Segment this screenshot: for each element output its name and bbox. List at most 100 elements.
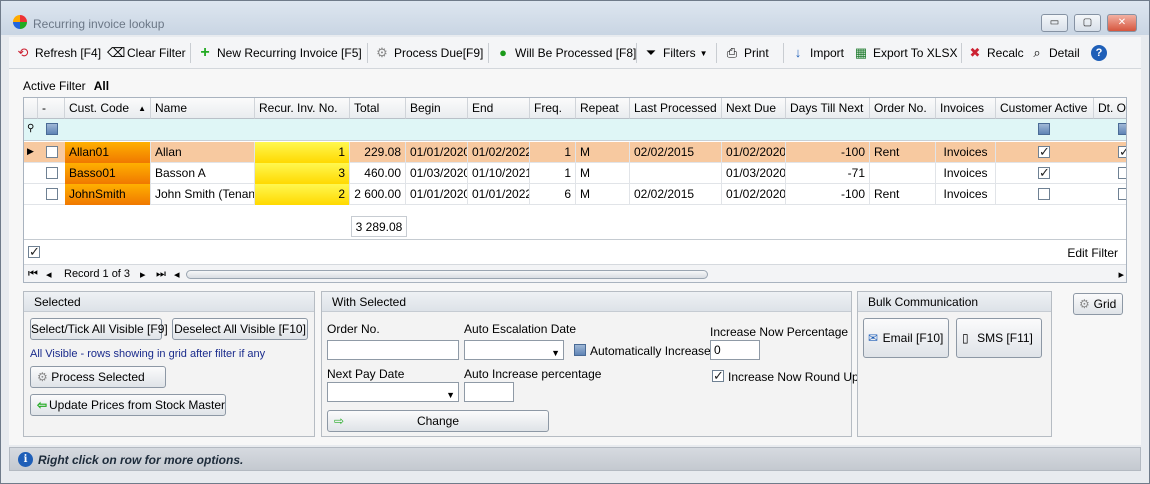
- process-selected-button[interactable]: ⚙ Process Selected: [30, 366, 166, 388]
- column-header-days-till-next[interactable]: Days Till Next: [786, 98, 870, 119]
- update-prices-button[interactable]: ⇦ Update Prices from Stock Master: [30, 394, 226, 416]
- window-title: Recurring invoice lookup: [33, 17, 165, 31]
- edit-filter-link[interactable]: Edit Filter: [1067, 246, 1118, 260]
- minimize-button[interactable]: ▭: [1041, 14, 1068, 32]
- deselect-all-visible-button[interactable]: Deselect All Visible [F10]: [172, 318, 308, 340]
- change-button[interactable]: ⇨ Change: [327, 410, 549, 432]
- scroll-right-icon[interactable]: ▸: [1118, 268, 1124, 281]
- last-processed-cell: 02/02/2015: [630, 142, 722, 163]
- filter-enabled-checkbox[interactable]: [28, 244, 40, 260]
- table-row[interactable]: JohnSmith John Smith (Tenant) 2 2 600.00…: [24, 184, 1126, 205]
- scroll-left-icon[interactable]: ◂: [174, 268, 180, 281]
- title-bar: Recurring invoice lookup ▭ ▢ ✕: [1, 1, 1149, 35]
- close-button[interactable]: ✕: [1107, 14, 1137, 32]
- recalc-button[interactable]: ✖ Recalc: [967, 44, 1024, 62]
- toolbar-separator: [488, 43, 489, 63]
- filters-dropdown[interactable]: ⏷ Filters ▼: [643, 44, 708, 62]
- clear-icon: ⌫: [107, 45, 126, 60]
- next-record-icon[interactable]: ▸: [140, 268, 146, 281]
- help-button[interactable]: ?: [1091, 44, 1107, 62]
- grid-button[interactable]: ⚙ Grid: [1073, 293, 1123, 315]
- magnifier-icon: ⌕: [1033, 45, 1041, 60]
- increase-now-round-up-checkbox[interactable]: [712, 368, 724, 384]
- first-record-icon[interactable]: ⏮: [28, 268, 38, 281]
- filter-select-checkbox[interactable]: [46, 123, 58, 135]
- prev-record-icon[interactable]: ◂: [46, 268, 52, 281]
- column-header-begin[interactable]: Begin: [406, 98, 468, 119]
- clear-filter-button[interactable]: ⌫ Clear Filter: [107, 44, 186, 62]
- end-cell: 01/01/2022: [468, 184, 530, 205]
- column-header-select[interactable]: -: [38, 98, 65, 119]
- table-row[interactable]: Basso01 Basson A 3 460.00 01/03/2020 01/…: [24, 163, 1126, 184]
- row-select-checkbox[interactable]: [46, 188, 58, 200]
- increase-now-percentage-input[interactable]: 0: [710, 340, 760, 360]
- email-icon: ✉: [868, 331, 879, 345]
- column-header-name[interactable]: Name: [151, 98, 255, 119]
- process-due-button[interactable]: ⚙ Process Due[F9]: [374, 44, 483, 62]
- run-icon: ●: [499, 45, 507, 60]
- name-cell: Allan: [151, 142, 255, 163]
- begin-cell: 01/01/2020: [406, 184, 468, 205]
- row-select-checkbox[interactable]: [46, 167, 58, 179]
- maximize-button[interactable]: ▢: [1074, 14, 1101, 32]
- bulk-communication-title: Bulk Communication: [858, 292, 1051, 312]
- refresh-button[interactable]: ⟲ Refresh [F4]: [15, 44, 101, 62]
- filter-row[interactable]: ⚲: [24, 119, 1126, 141]
- customer-active-checkbox[interactable]: [1038, 165, 1050, 181]
- begin-cell: 01/01/2020: [406, 142, 468, 163]
- customer-active-checkbox[interactable]: [1038, 188, 1050, 200]
- column-header-last-processed[interactable]: Last Processed: [630, 98, 722, 119]
- order-no-input[interactable]: [327, 340, 459, 360]
- email-button[interactable]: ✉ Email [F10]: [863, 318, 949, 358]
- customer-active-checkbox[interactable]: [1038, 144, 1050, 160]
- row-select-checkbox[interactable]: [46, 146, 58, 158]
- column-header-next-due[interactable]: Next Due: [722, 98, 786, 119]
- invoices-link[interactable]: Invoices: [936, 184, 996, 205]
- toolbar-separator: [367, 43, 368, 63]
- dt-or-checkbox[interactable]: [1118, 167, 1126, 179]
- new-recurring-invoice-button[interactable]: + New Recurring Invoice [F5]: [197, 44, 361, 62]
- will-be-processed-button[interactable]: ● Will Be Processed [F8]: [495, 44, 636, 62]
- auto-increase-percentage-input[interactable]: [464, 382, 514, 402]
- column-header-order-no[interactable]: Order No.: [870, 98, 936, 119]
- print-button[interactable]: ⎙ Print: [724, 44, 769, 62]
- export-xlsx-button[interactable]: ▦ Export To XLSX: [853, 44, 958, 62]
- horizontal-scrollbar[interactable]: [186, 270, 708, 279]
- auto-escalation-date-picker[interactable]: ▼: [464, 340, 564, 360]
- cust-code-cell: Allan01: [65, 142, 151, 163]
- column-header-dt-or[interactable]: Dt. Or: [1094, 98, 1126, 119]
- toolbar: ⟲ Refresh [F4] ⌫ Clear Filter + New Recurri…: [9, 37, 1141, 69]
- select-all-visible-button[interactable]: Select/Tick All Visible [F9]: [30, 318, 168, 340]
- invoices-link[interactable]: Invoices: [936, 163, 996, 184]
- column-header-recur-inv-no[interactable]: Recur. Inv. No.: [255, 98, 350, 119]
- toolbar-separator: [636, 43, 637, 63]
- order-no-cell: [870, 163, 936, 184]
- dt-or-checkbox[interactable]: [1118, 144, 1126, 160]
- cust-code-cell: JohnSmith: [65, 184, 151, 205]
- invoices-link[interactable]: Invoices: [936, 142, 996, 163]
- next-pay-date-picker[interactable]: ▼: [327, 382, 459, 402]
- table-row[interactable]: ▶ Allan01 Allan 1 229.08 01/01/2020 01/0…: [24, 142, 1126, 163]
- column-header-total[interactable]: Total: [350, 98, 406, 119]
- column-header-end[interactable]: End: [468, 98, 530, 119]
- last-record-icon[interactable]: ⏭: [156, 268, 166, 281]
- filter-dt-or-checkbox[interactable]: [1118, 123, 1126, 135]
- printer-icon: ⎙: [726, 45, 738, 60]
- end-cell: 01/02/2022: [468, 142, 530, 163]
- column-header-freq[interactable]: Freq.: [530, 98, 576, 119]
- column-header-cust-code[interactable]: Cust. Code ▲: [65, 98, 151, 119]
- dt-or-checkbox[interactable]: [1118, 188, 1126, 200]
- cust-code-cell: Basso01: [65, 163, 151, 184]
- column-header-repeat[interactable]: Repeat: [576, 98, 630, 119]
- sms-button[interactable]: ▯ SMS [F11]: [956, 318, 1042, 358]
- current-row-indicator-icon: ▶: [27, 146, 34, 156]
- detail-button[interactable]: ⌕ Detail: [1029, 44, 1079, 62]
- refresh-icon: ⟲: [17, 45, 29, 60]
- data-grid[interactable]: - Cust. Code ▲ Name Recur. Inv. No. Total…: [23, 97, 1127, 283]
- selected-panel-title: Selected: [24, 292, 314, 312]
- column-header-customer-active[interactable]: Customer Active: [996, 98, 1094, 119]
- import-button[interactable]: ↓ Import: [790, 44, 844, 62]
- automatically-increase-checkbox[interactable]: [574, 344, 586, 356]
- column-header-invoices[interactable]: Invoices: [936, 98, 996, 119]
- filter-customer-active-checkbox[interactable]: [1038, 123, 1050, 135]
